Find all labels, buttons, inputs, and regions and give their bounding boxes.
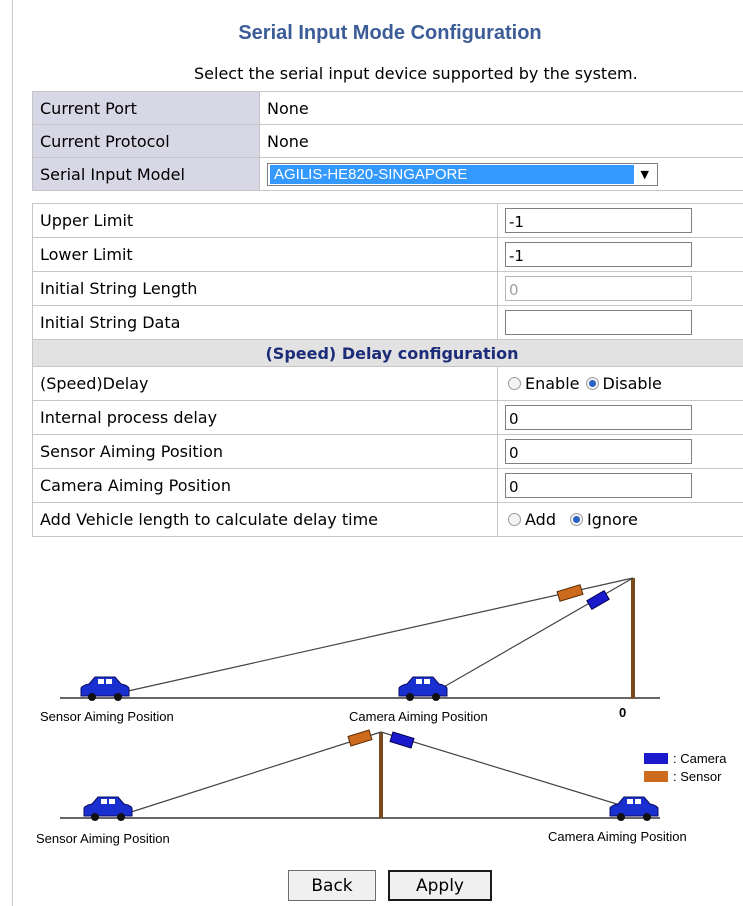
sensor-aiming-label: Sensor Aiming Position bbox=[32, 434, 498, 469]
port-info-table: Current Port None Current Protocol None … bbox=[32, 91, 743, 191]
internal-delay-input[interactable] bbox=[505, 405, 692, 430]
sensor-aiming-input[interactable] bbox=[505, 439, 692, 464]
legend-camera-label: : Camera bbox=[673, 751, 727, 766]
current-port-label: Current Port bbox=[32, 91, 260, 125]
settings-table: Upper Limit Lower Limit Initial String L… bbox=[32, 203, 743, 537]
bottom-camera-device bbox=[389, 731, 415, 749]
disable-radio-label[interactable]: Disable bbox=[603, 374, 662, 393]
add-radio[interactable] bbox=[508, 513, 521, 526]
camera-aiming-cell bbox=[497, 468, 743, 503]
initial-string-data-input[interactable] bbox=[505, 310, 692, 335]
ignore-radio-label[interactable]: Ignore bbox=[587, 510, 638, 529]
serial-input-model-label: Serial Input Model bbox=[32, 157, 260, 191]
lower-limit-row: Lower Limit bbox=[32, 237, 743, 272]
enable-radio[interactable] bbox=[508, 377, 521, 390]
sensor-aiming-row: Sensor Aiming Position bbox=[32, 434, 743, 469]
upper-limit-input[interactable] bbox=[505, 208, 692, 233]
camera-aiming-label: Camera Aiming Position bbox=[32, 468, 498, 503]
initial-string-length-row: Initial String Length bbox=[32, 271, 743, 306]
dropdown-arrow-icon[interactable]: ▼ bbox=[641, 168, 649, 181]
vehicle-length-label: Add Vehicle length to calculate delay ti… bbox=[32, 502, 498, 537]
lower-limit-label: Lower Limit bbox=[32, 237, 498, 272]
bottom-camera-aiming-label: Camera Aiming Position bbox=[548, 829, 687, 844]
initial-string-data-cell bbox=[497, 305, 743, 340]
internal-delay-row: Internal process delay bbox=[32, 400, 743, 435]
speed-delay-row: (Speed)Delay Enable Disable bbox=[32, 366, 743, 401]
initial-string-data-label: Initial String Data bbox=[32, 305, 498, 340]
top-sensor-beam bbox=[127, 577, 634, 692]
legend-camera-swatch bbox=[644, 753, 668, 764]
apply-button[interactable]: Apply bbox=[388, 870, 492, 901]
vehicle-length-options: Add Ignore bbox=[497, 502, 743, 537]
initial-string-length-cell bbox=[497, 271, 743, 306]
back-button[interactable]: Back bbox=[288, 870, 376, 901]
lower-limit-input[interactable] bbox=[505, 242, 692, 267]
top-camera-aiming-label: Camera Aiming Position bbox=[349, 709, 488, 724]
add-radio-label[interactable]: Add bbox=[525, 510, 556, 529]
aiming-position-diagram: Sensor Aiming Position Camera Aiming Pos… bbox=[36, 577, 727, 846]
bottom-sensor-device bbox=[347, 729, 373, 747]
current-protocol-label: Current Protocol bbox=[32, 124, 260, 158]
serial-input-model-selected: AGILIS-HE820-SINGAPORE bbox=[270, 164, 634, 184]
page-subtitle: Select the serial input device supported… bbox=[194, 64, 638, 83]
initial-string-length-label: Initial String Length bbox=[32, 271, 498, 306]
internal-delay-label: Internal process delay bbox=[32, 400, 498, 435]
delay-section-row: (Speed) Delay configuration bbox=[32, 339, 743, 367]
camera-aiming-row: Camera Aiming Position bbox=[32, 468, 743, 503]
serial-input-model-row: Serial Input Model AGILIS-HE820-SINGAPOR… bbox=[32, 157, 743, 191]
upper-limit-label: Upper Limit bbox=[32, 203, 498, 238]
current-port-row: Current Port None bbox=[32, 91, 743, 125]
upper-limit-row: Upper Limit bbox=[32, 203, 743, 238]
camera-aiming-input[interactable] bbox=[505, 473, 692, 498]
page-title: Serial Input Mode Configuration bbox=[238, 22, 542, 44]
speed-delay-options: Enable Disable bbox=[497, 366, 743, 401]
zero-label: 0 bbox=[619, 705, 626, 720]
serial-input-model-cell: AGILIS-HE820-SINGAPORE ▼ bbox=[259, 157, 743, 191]
speed-delay-label: (Speed)Delay bbox=[32, 366, 498, 401]
bottom-sensor-beam bbox=[127, 731, 382, 814]
current-protocol-row: Current Protocol None bbox=[32, 124, 743, 158]
top-sensor-device bbox=[556, 584, 584, 602]
serial-input-model-select[interactable]: AGILIS-HE820-SINGAPORE ▼ bbox=[267, 162, 658, 186]
bottom-sensor-aiming-label: Sensor Aiming Position bbox=[36, 831, 170, 846]
legend-sensor-label: : Sensor bbox=[673, 769, 722, 784]
legend-sensor-swatch bbox=[644, 771, 668, 782]
current-protocol-value: None bbox=[259, 124, 743, 158]
lower-limit-cell bbox=[497, 237, 743, 272]
upper-limit-cell bbox=[497, 203, 743, 238]
top-sensor-aiming-label: Sensor Aiming Position bbox=[40, 709, 174, 724]
current-port-value: None bbox=[259, 91, 743, 125]
enable-radio-label[interactable]: Enable bbox=[525, 374, 580, 393]
top-camera-device bbox=[586, 589, 610, 611]
sensor-aiming-cell bbox=[497, 434, 743, 469]
disable-radio[interactable] bbox=[585, 377, 599, 390]
initial-string-length-input bbox=[505, 276, 692, 301]
ignore-radio[interactable] bbox=[569, 513, 583, 526]
delay-section-header: (Speed) Delay configuration bbox=[32, 339, 743, 367]
initial-string-data-row: Initial String Data bbox=[32, 305, 743, 340]
vehicle-length-row: Add Vehicle length to calculate delay ti… bbox=[32, 502, 743, 537]
internal-delay-cell bbox=[497, 400, 743, 435]
bottom-camera-beam bbox=[380, 731, 621, 806]
